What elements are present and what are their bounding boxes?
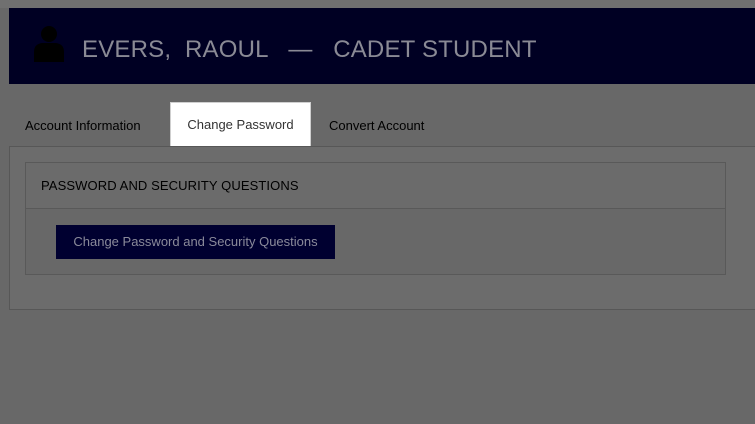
account-tabs: Account Information Change Password Conv…	[9, 100, 755, 147]
panel-title: PASSWORD AND SECURITY QUESTIONS	[26, 163, 725, 209]
change-password-button[interactable]: Change Password and Security Questions	[56, 225, 335, 259]
top-strip	[0, 0, 755, 8]
tab-convert-account[interactable]: Convert Account	[329, 104, 424, 147]
student-role: CADET STUDENT	[333, 36, 537, 63]
page-title: EVERS, RAOUL — CADET STUDENT	[82, 36, 537, 64]
title-separator: —	[288, 36, 313, 63]
tab-account-information[interactable]: Account Information	[25, 104, 141, 147]
page-header: EVERS, RAOUL — CADET STUDENT	[9, 8, 755, 84]
student-name: EVERS, RAOUL	[82, 36, 268, 63]
tab-change-password[interactable]: Change Password	[170, 102, 311, 146]
user-silhouette-icon	[34, 26, 64, 62]
password-security-panel: PASSWORD AND SECURITY QUESTIONS Change P…	[25, 162, 726, 275]
